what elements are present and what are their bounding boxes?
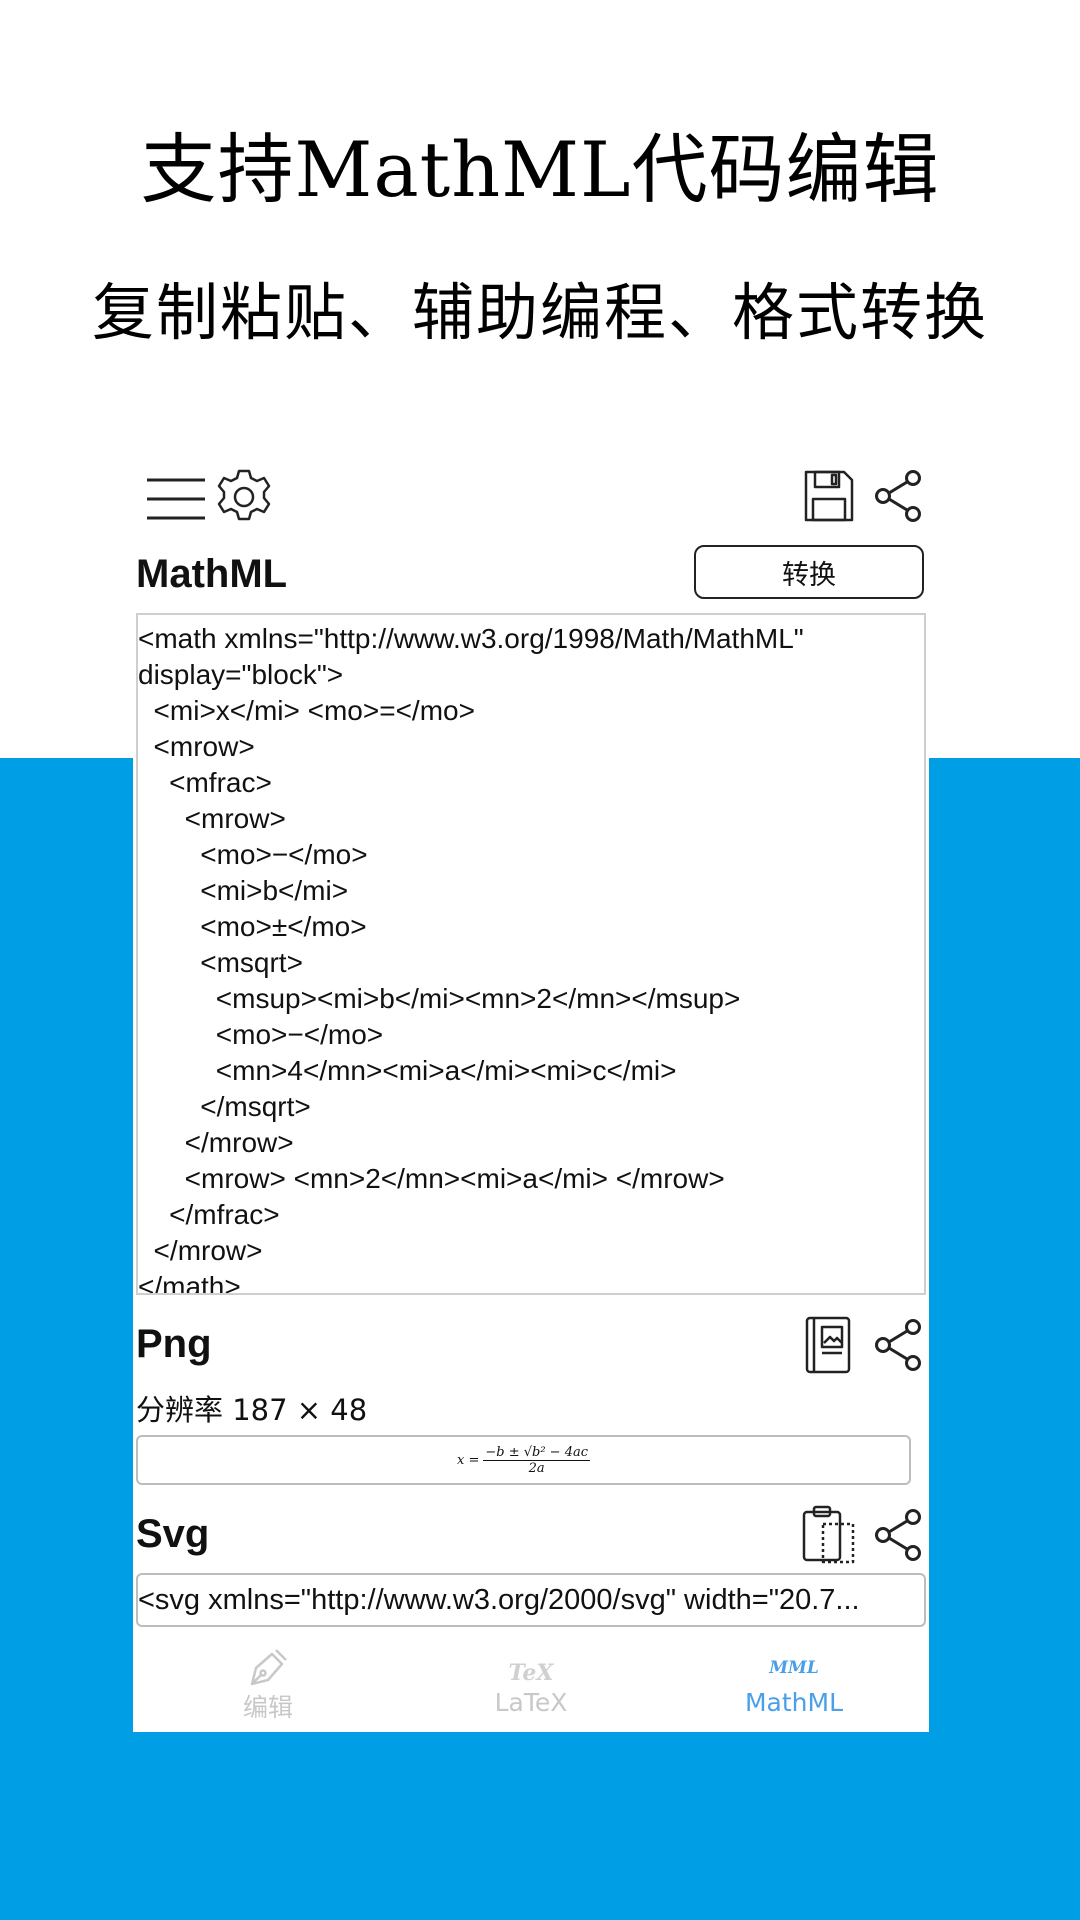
code-line: <mfrac>: [138, 767, 272, 798]
code-line: <mo>−</mo>: [138, 1019, 384, 1050]
photo-album-icon[interactable]: [803, 1315, 853, 1375]
code-line: <mrow>: [138, 731, 255, 762]
save-icon[interactable]: [803, 469, 855, 523]
nav-latex-label: LaTeX: [494, 1688, 568, 1717]
convert-button[interactable]: 转换: [694, 545, 924, 599]
formula-fraction: −b ± √b² − 4ac 2a: [483, 1445, 590, 1476]
code-line: <mo>−</mo>: [138, 839, 368, 870]
nav-edit[interactable]: 编辑: [168, 1642, 368, 1732]
png-section-title: Png: [136, 1322, 212, 1366]
code-line: </msqrt>: [138, 1091, 311, 1122]
mml-icon: MML: [769, 1658, 819, 1678]
code-line: display="block">: [138, 659, 344, 690]
clipboard-copy-icon[interactable]: [801, 1504, 857, 1564]
resolution-label: 分辨率 187 × 48: [136, 1393, 368, 1427]
code-line: <mi>b</mi>: [138, 875, 349, 906]
mathml-code-editor[interactable]: <math xmlns="http://www.w3.org/1998/Math…: [136, 613, 926, 1295]
promo-headline: 支持MathML代码编辑: [140, 125, 940, 214]
share-icon[interactable]: [872, 1508, 924, 1562]
code-line: <mo>±</mo>: [138, 911, 367, 942]
formula-numerator: −b ± √b² − 4ac: [483, 1444, 590, 1461]
code-line: </mrow>: [138, 1127, 294, 1158]
code-line: </math>: [138, 1271, 241, 1295]
app-screen: MathML 转换 <math xmlns="http://www.w3.org…: [133, 452, 929, 1732]
code-line: <mrow> <mn>2</mn><mi>a</mi> </mrow>: [138, 1163, 725, 1194]
png-preview: x = −b ± √b² − 4ac 2a: [136, 1435, 911, 1485]
nav-mathml-label: MathML: [744, 1688, 844, 1717]
code-line: <mn>4</mn><mi>a</mi><mi>c</mi>: [138, 1055, 677, 1086]
gear-icon[interactable]: [215, 468, 273, 526]
formula-render: x = −b ± √b² − 4ac 2a: [457, 1445, 590, 1476]
svg-code-field[interactable]: <svg xmlns="http://www.w3.org/2000/svg" …: [136, 1573, 926, 1627]
tex-icon: TeX: [508, 1660, 554, 1686]
promo-subheadline: 复制粘贴、辅助编程、格式转换: [91, 276, 988, 349]
code-line: </mfrac>: [138, 1199, 280, 1230]
code-line: <msqrt>: [138, 947, 303, 978]
code-line: <math xmlns="http://www.w3.org/1998/Math…: [138, 623, 804, 654]
nav-mathml[interactable]: MML MathML: [694, 1642, 894, 1732]
formula-denominator: 2a: [528, 1460, 545, 1476]
mathml-section-title: MathML: [136, 552, 288, 596]
code-line: <mi>x</mi> <mo>=</mo>: [138, 695, 475, 726]
share-icon[interactable]: [872, 1318, 924, 1372]
formula-lhs: x =: [456, 1452, 480, 1468]
nav-edit-label: 编辑: [242, 1693, 293, 1722]
menu-icon[interactable]: [145, 474, 207, 524]
code-line: <mrow>: [138, 803, 286, 834]
pen-icon: [250, 1649, 287, 1686]
code-line: </mrow>: [138, 1235, 263, 1266]
code-line: <msup><mi>b</mi><mn>2</mn></msup>: [138, 983, 741, 1014]
nav-latex[interactable]: TeX LaTeX: [431, 1642, 631, 1732]
share-icon[interactable]: [872, 469, 924, 523]
svg-section-title: Svg: [136, 1512, 210, 1556]
